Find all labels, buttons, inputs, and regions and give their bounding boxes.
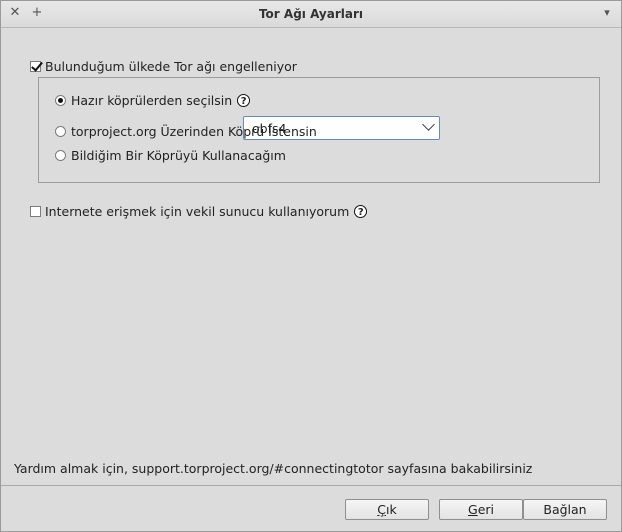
bridge-option-builtin[interactable]: Hazır köprülerden seçilsin ? bbox=[55, 93, 251, 108]
proxy-checkbox[interactable] bbox=[30, 206, 41, 217]
back-button[interactable]: Geri bbox=[439, 499, 523, 520]
custom-bridge-label: Bildiğim Bir Köprüyü Kullanacağım bbox=[71, 148, 286, 163]
blocked-checkbox[interactable] bbox=[30, 61, 41, 72]
help-icon[interactable]: ? bbox=[354, 205, 368, 218]
chevron-down-icon bbox=[422, 118, 435, 131]
quit-button[interactable]: Çık bbox=[345, 499, 429, 520]
blocked-checkbox-row[interactable]: Bulunduğum ülkede Tor ağı engelleniyor bbox=[30, 59, 297, 74]
window-menu-icon[interactable]: ▾ bbox=[599, 5, 615, 21]
builtin-bridge-radio[interactable] bbox=[55, 95, 66, 106]
window-title: Tor Ağı Ayarları bbox=[258, 7, 364, 21]
back-label: eri bbox=[477, 502, 494, 517]
help-icon[interactable]: ? bbox=[237, 94, 251, 107]
builtin-bridge-label: Hazır köprülerden seçilsin bbox=[71, 93, 233, 108]
connect-button[interactable]: Bağlan bbox=[523, 499, 607, 520]
back-mnemonic: G bbox=[468, 502, 478, 517]
proxy-checkbox-row[interactable]: Internete erişmek için vekil sunucu kull… bbox=[30, 204, 368, 219]
quit-mnemonic: Ç bbox=[377, 502, 386, 517]
proxy-checkbox-label: Internete erişmek için vekil sunucu kull… bbox=[45, 204, 350, 219]
quit-label: ık bbox=[386, 502, 397, 517]
footer-divider bbox=[1, 485, 621, 486]
title-bar: ✕ + Tor Ağı Ayarları ▾ bbox=[1, 1, 621, 28]
dialog-footer: Çık Geri Bağlan bbox=[1, 487, 621, 531]
support-help-text: Yardım almak için, support.torproject.or… bbox=[14, 461, 533, 476]
blocked-checkbox-label: Bulunduğum ülkede Tor ağı engelleniyor bbox=[45, 59, 297, 74]
request-bridge-label: torproject.org Üzerinden Köprü İstensin bbox=[71, 124, 317, 139]
bridge-option-custom[interactable]: Bildiğim Bir Köprüyü Kullanacağım bbox=[55, 148, 286, 163]
tor-network-settings-window: ✕ + Tor Ağı Ayarları ▾ Bulunduğum ülkede… bbox=[0, 0, 622, 532]
custom-bridge-radio[interactable] bbox=[55, 150, 66, 161]
request-bridge-radio[interactable] bbox=[55, 126, 66, 137]
bridge-option-request[interactable]: torproject.org Üzerinden Köprü İstensin bbox=[55, 124, 317, 139]
connect-label: Bağlan bbox=[543, 502, 587, 517]
settings-panel: Bulunduğum ülkede Tor ağı engelleniyor H… bbox=[1, 28, 621, 484]
